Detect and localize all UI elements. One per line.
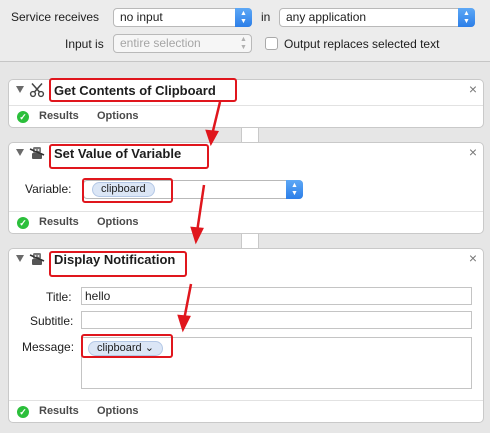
subtitle-label: Subtitle:	[30, 314, 74, 328]
input-is-label: Input is	[65, 37, 104, 51]
notification-title-field[interactable]: hello	[81, 287, 472, 305]
automator-robot-icon	[29, 147, 45, 159]
input-is-popup[interactable]: entire selection ▲ ▼	[113, 34, 252, 53]
notification-subtitle-field[interactable]	[81, 311, 472, 329]
service-receives-popup[interactable]: no input ▲ ▼	[113, 8, 252, 27]
options-button[interactable]: Options	[97, 216, 139, 228]
popup-arrows-icon: ▲ ▼	[235, 8, 252, 27]
output-replaces-checkbox[interactable]	[265, 37, 278, 50]
title-label: Title:	[46, 290, 72, 304]
input-is-value: entire selection	[120, 36, 201, 50]
options-button[interactable]: Options	[97, 405, 139, 417]
close-icon[interactable]: ×	[469, 250, 477, 266]
service-settings-bar: Service receives no input ▲ ▼ in any appl…	[0, 0, 490, 62]
checkmark-icon: ✓	[17, 217, 29, 229]
message-label: Message:	[22, 340, 75, 354]
action-footer: ✓ Results Options	[9, 400, 483, 422]
action-connector	[235, 128, 265, 142]
annotation-box-get-contents	[49, 78, 237, 102]
action-footer: ✓ Results Options	[9, 211, 483, 233]
popup-arrows-icon: ▲ ▼	[458, 8, 475, 27]
disclosure-triangle-icon[interactable]	[16, 255, 24, 262]
annotation-box-display-notification	[49, 251, 187, 277]
service-receives-label: Service receives	[11, 10, 100, 24]
application-value: any application	[286, 10, 367, 24]
disclosure-triangle-icon[interactable]	[16, 86, 24, 93]
close-icon[interactable]: ×	[469, 81, 477, 97]
connector-notch	[241, 234, 259, 248]
notification-title-value: hello	[85, 289, 111, 303]
action-connector	[235, 234, 265, 248]
popup-arrows-icon: ▲ ▼	[240, 36, 247, 51]
annotation-box-set-value	[49, 144, 209, 169]
service-receives-value: no input	[120, 10, 163, 24]
automator-robot-icon	[29, 253, 45, 265]
disclosure-triangle-icon[interactable]	[16, 149, 24, 156]
annotation-box-variable-token	[82, 178, 173, 203]
results-button[interactable]: Results	[39, 110, 79, 122]
results-button[interactable]: Results	[39, 216, 79, 228]
variable-label: Variable:	[25, 182, 72, 196]
in-label: in	[261, 10, 271, 24]
annotation-box-message-token	[81, 334, 173, 358]
checkmark-icon: ✓	[17, 111, 29, 123]
connector-notch	[241, 128, 259, 142]
close-icon[interactable]: ×	[469, 144, 477, 160]
options-button[interactable]: Options	[97, 110, 139, 122]
action-footer: ✓ Results Options	[9, 105, 483, 127]
checkmark-icon: ✓	[17, 406, 29, 418]
results-button[interactable]: Results	[39, 405, 79, 417]
output-replaces-label: Output replaces selected text	[284, 37, 440, 51]
scissors-icon	[29, 83, 45, 98]
popup-arrows-icon: ▲ ▼	[286, 180, 303, 199]
application-popup[interactable]: any application ▲ ▼	[279, 8, 475, 27]
